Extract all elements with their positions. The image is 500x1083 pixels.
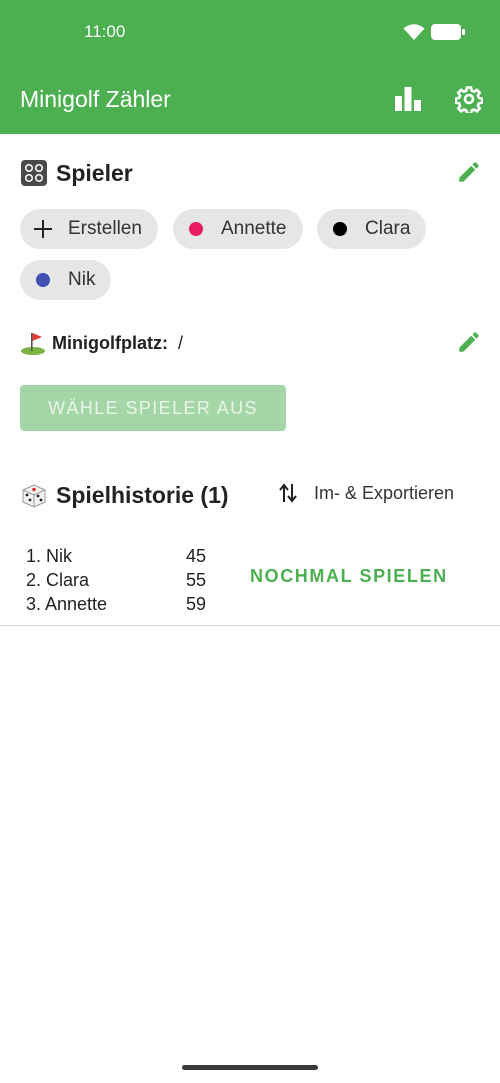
- score-entry: 59: [186, 594, 207, 614]
- create-player-label: Erstellen: [68, 218, 142, 239]
- players-title-text: Spieler: [56, 159, 133, 186]
- score-list: 45 55 59: [186, 544, 206, 616]
- course-value: /: [177, 332, 183, 353]
- app-title: Minigolf Zähler: [20, 86, 171, 112]
- status-time: 11:00: [84, 22, 126, 41]
- golf-flag-icon: [21, 333, 45, 355]
- history-game-item: 1. Nik 2. Clara 3. Annette 45 55 59 NOCH…: [0, 540, 500, 626]
- player-name: Nik: [68, 269, 96, 290]
- battery-icon: [431, 24, 465, 40]
- ranking-entry: 3. Annette: [26, 594, 108, 614]
- create-player-chip[interactable]: Erstellen: [20, 209, 158, 249]
- score-entry: 55: [186, 570, 207, 590]
- player-color-dot: [189, 222, 203, 236]
- plus-icon: [34, 220, 52, 238]
- ranking-entry: 1. Nik: [26, 546, 73, 566]
- history-section-title: Spielhistorie (1): [20, 481, 229, 509]
- people-emoji-icon: [21, 160, 47, 186]
- bar-chart-icon[interactable]: [394, 86, 422, 112]
- ranking-entry: 2. Clara: [26, 570, 90, 590]
- player-chip-clara[interactable]: Clara: [317, 209, 427, 249]
- player-chip-nik[interactable]: Nik: [20, 260, 112, 300]
- app-bar: 11:00 Minigolf Zähler: [0, 0, 500, 134]
- wifi-icon: [403, 24, 425, 40]
- course-row: Minigolfplatz: /: [20, 330, 183, 356]
- import-export-button[interactable]: Im- & Exportieren: [278, 482, 454, 504]
- import-export-label: Im- & Exportieren: [314, 482, 455, 503]
- course-label: Minigolfplatz:: [52, 332, 168, 353]
- home-indicator[interactable]: [182, 1065, 318, 1070]
- select-players-button[interactable]: WÄHLE SPIELER AUS: [20, 385, 286, 431]
- die-emoji-icon: [22, 484, 46, 508]
- player-color-dot: [36, 273, 50, 287]
- player-name: Annette: [221, 218, 287, 239]
- player-chip-annette[interactable]: Annette: [173, 209, 303, 249]
- gear-icon[interactable]: [455, 85, 483, 113]
- ranking-list: 1. Nik 2. Clara 3. Annette: [26, 544, 107, 616]
- score-entry: 45: [186, 546, 207, 566]
- history-title-text: Spielhistorie (1): [56, 481, 229, 508]
- player-color-dot: [333, 222, 347, 236]
- replay-button[interactable]: NOCHMAL SPIELEN: [250, 566, 448, 587]
- players-section-title: Spieler: [20, 159, 133, 187]
- player-name: Clara: [365, 218, 411, 239]
- edit-course-pencil-icon[interactable]: [456, 329, 482, 355]
- swap-vertical-icon: [279, 483, 297, 503]
- edit-players-pencil-icon[interactable]: [456, 159, 482, 185]
